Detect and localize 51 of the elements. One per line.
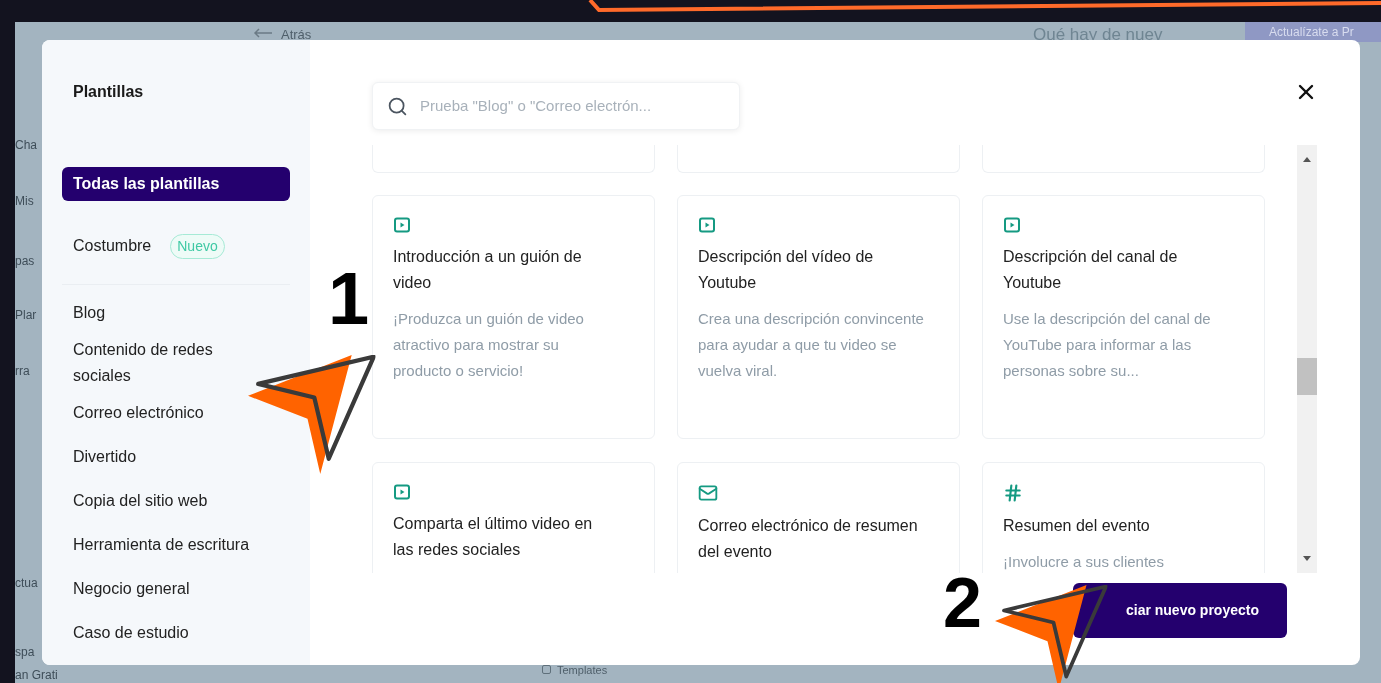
- category-item[interactable]: Caso de estudio: [62, 618, 200, 648]
- category-item[interactable]: Todas las plantillas: [62, 167, 290, 201]
- category-item[interactable]: Herramienta de escritura: [62, 530, 261, 560]
- card-title: Descripción del vídeo de Youtube: [698, 247, 875, 293]
- modal-title: Plantillas: [72, 82, 145, 102]
- scroll-down-icon: [1303, 556, 1311, 561]
- search-box[interactable]: Prueba "Blog" o "Correo electrón...: [372, 82, 740, 130]
- video-icon: [393, 483, 411, 501]
- sidebar-text: Plar: [15, 307, 37, 324]
- card-title: Correo electrónico de resumen del evento: [698, 516, 919, 562]
- hash-icon: [1003, 483, 1023, 503]
- sidebar-text: Cha: [15, 137, 37, 154]
- category-item[interactable]: Negocio general: [62, 574, 201, 604]
- templates-label: Templates: [557, 663, 608, 678]
- card-title: Introducción a un guión de video: [393, 247, 583, 293]
- category-item[interactable]: Costumbre: [62, 231, 163, 261]
- card-description: Use la descripción del canal de YouTube para informar a las personas sobre su...: [1003, 309, 1212, 381]
- video-icon: [698, 216, 716, 234]
- card-title: Comparta el último video en las redes sociales: [393, 514, 594, 560]
- card-description: Crea una descripción convincente para ayudar a que tu video se vuelva viral.: [698, 309, 925, 381]
- template-card[interactable]: Introducción a un guión de video ¡Produzca un guión de video atractivo para mostrar su producto o servicio!: [372, 195, 655, 439]
- card-description: ¡Produzca un guión de video atractivo para mostrar su producto o servicio!: [393, 309, 585, 381]
- annotation-number: 1: [328, 262, 370, 336]
- template-card[interactable]: Comparta el último video en las redes sociales: [372, 462, 655, 573]
- sidebar-text: rra: [15, 363, 30, 380]
- template-card[interactable]: Correo electrónico de resumen del evento: [677, 462, 960, 573]
- start-project-button[interactable]: ciar nuevo proyecto: [1073, 583, 1287, 638]
- search-icon: [387, 95, 408, 117]
- scroll-up-icon: [1303, 157, 1311, 162]
- category-item[interactable]: Blog: [62, 298, 117, 328]
- card-description: ¡Involucre a sus clientes: [1003, 552, 1165, 572]
- sidebar-text: pas: [15, 253, 35, 270]
- category-item[interactable]: Contenido de redes sociales: [62, 335, 267, 391]
- category-item[interactable]: Copia del sitio web: [62, 486, 219, 516]
- category-item[interactable]: Correo electrónico: [62, 398, 215, 428]
- template-card[interactable]: Descripción del canal de Youtube Use la descripción del canal de YouTube para informar a las personas sobre su...: [982, 195, 1265, 439]
- sidebar-text: an Grati: [15, 667, 58, 683]
- card-title: Resumen del evento: [1003, 516, 1151, 536]
- mail-icon: [698, 483, 718, 503]
- sidebar-text: Mis: [15, 193, 34, 210]
- sidebar-text: ctua: [15, 575, 38, 592]
- new-badge: Nuevo: [170, 233, 225, 259]
- sidebar-text: spa: [15, 644, 35, 661]
- card-title: Descripción del canal de Youtube: [1003, 247, 1179, 293]
- template-card[interactable]: Descripción del vídeo de Youtube Crea una descripción convincente para ayudar a que tu video se vuelva viral.: [677, 195, 960, 439]
- scroll-thumb[interactable]: [1297, 358, 1317, 395]
- search-field[interactable]: Prueba "Blog" o "Correo electrón...: [420, 94, 725, 118]
- video-icon: [393, 216, 411, 234]
- category-item[interactable]: Divertido: [62, 442, 148, 472]
- back-arrow-icon: [253, 28, 273, 38]
- video-icon: [1003, 216, 1021, 234]
